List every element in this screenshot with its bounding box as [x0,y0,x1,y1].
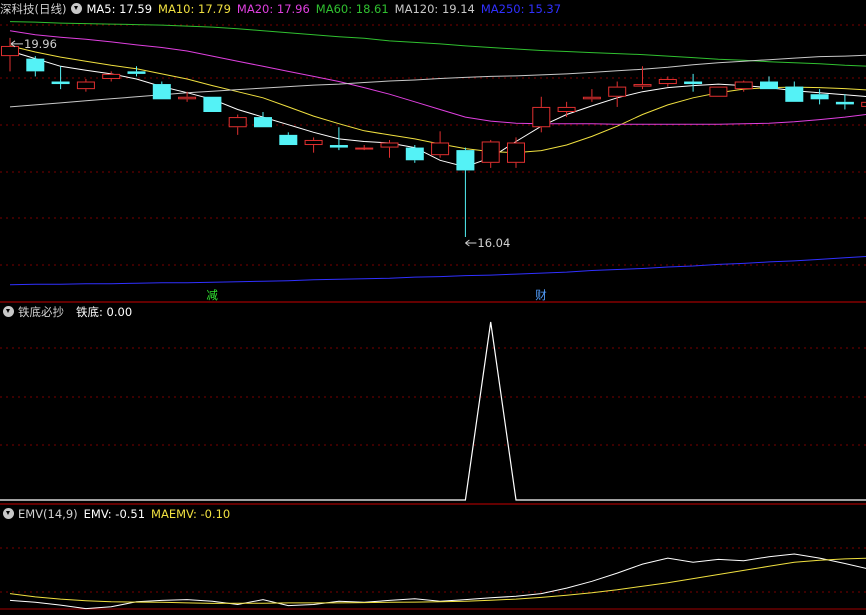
dropdown-circle-icon[interactable] [3,508,14,519]
candle-body-down [254,117,272,128]
candle-body-down [684,81,703,85]
iron-bottom-lines [0,321,866,501]
candle-body-down [127,71,146,74]
sub1-title: 铁底必抄 [18,305,64,319]
candle-body-up [431,142,450,156]
emv-line-maemv [9,557,866,604]
candle[interactable] [152,81,171,100]
candle-body-down [835,101,854,105]
candle-body-down [760,81,778,90]
candle-body-up [1,45,19,57]
low-price-label: 16.04 [477,236,510,250]
candle-body-up [76,81,95,90]
iron-bottom-legend: 铁底: 0.00 [76,305,138,319]
candle-body-down [51,81,70,85]
candle[interactable] [279,132,298,146]
candle-body-up [557,106,576,113]
candle-body-down [279,134,298,146]
candle-body-up [102,73,121,79]
candle-body-down [26,58,45,72]
candle[interactable] [507,137,525,168]
candle-body-up [734,81,753,90]
event-marker-jian[interactable]: 减 [206,288,218,302]
candle[interactable] [785,81,804,102]
candle-body-down [405,147,424,161]
candle-body-down [203,96,222,112]
candle[interactable] [329,127,348,151]
candle[interactable] [684,73,703,92]
candle-body-up [532,106,551,128]
legend-item: MA10: 17.79 [158,2,231,16]
emv-lines [9,553,866,610]
legend-item: MA250: 15.37 [480,2,562,16]
iron-bottom-line [0,321,866,501]
candle[interactable] [709,86,728,97]
ma-legend: MA5: 17.59 MA10: 17.79 MA20: 17.96 MA60: 18… [86,2,567,16]
candle[interactable] [405,145,424,163]
legend-item: MA20: 17.96 [236,2,310,16]
candle[interactable] [76,78,95,92]
event-marker-cai[interactable]: 财 [535,288,547,302]
candle-body-down [810,94,829,100]
candle-body-up [178,96,197,100]
high-price-label: 19.96 [24,37,57,51]
ma-line-ma120 [9,54,866,108]
candle[interactable] [456,147,475,237]
candle[interactable] [861,99,866,112]
legend-item: MAEMV: -0.10 [151,507,231,521]
candle[interactable] [810,89,829,105]
candle-body-down [456,150,475,171]
candle[interactable] [254,112,272,128]
candle[interactable] [203,96,222,112]
candle-body-up [304,139,323,146]
candle-body-up [228,117,247,128]
candle-body-up [582,96,601,100]
candle[interactable] [1,37,19,72]
candle-body-up [658,78,677,85]
sub2-title: EMV(14,9) [18,507,78,521]
candle[interactable] [582,89,601,102]
ma-line-ma250 [9,255,866,286]
candle-body-up [355,147,374,150]
candle-body-up [608,86,627,97]
candle-body-up [507,142,525,163]
candle-body-up [861,101,866,107]
high-arrow-icon [10,40,23,48]
emv-line-emv [9,553,866,610]
legend-item: MA60: 18.61 [315,2,389,16]
candle[interactable] [532,96,551,133]
candle[interactable] [355,145,374,151]
candle[interactable] [557,101,576,118]
low-arrow-icon [465,239,477,247]
sub2-panel-header: EMV(14,9) EMV: -0.51 MAEMV: -0.10 [0,505,242,523]
stock-chart-window[interactable]: 19.96 16.04 减 财 深科技(日线) MA5: 17.59 MA10: 1… [0,0,866,615]
candle-body-up [633,84,652,87]
candle[interactable] [431,131,450,158]
candle-body-down [152,84,171,100]
candle[interactable] [304,137,323,153]
candle-body-down [329,145,348,148]
ma-line-ma60 [9,21,866,67]
candle[interactable] [481,139,500,168]
candle[interactable] [228,114,247,135]
legend-item: MA5: 17.59 [86,2,153,16]
candle-body-up [380,142,399,148]
main-title: 深科技(日线) [0,2,67,16]
legend-item: MA120: 19.14 [394,2,475,16]
main-panel-header: 深科技(日线) MA5: 17.59 MA10: 17.79 MA20: 17.96 M… [0,0,573,18]
sub1-panel-header: 铁底必抄 铁底: 0.00 [0,303,144,321]
candle[interactable] [380,139,399,158]
ma-line-ma20 [9,30,866,125]
candle[interactable] [608,81,627,107]
candle[interactable] [835,94,854,110]
candle[interactable] [26,56,45,77]
dropdown-circle-icon[interactable] [71,3,83,14]
candle-body-up [709,86,728,97]
dropdown-circle-icon[interactable] [3,306,14,317]
legend-item: 铁底: 0.00 [76,305,133,319]
emv-legend: EMV: -0.51 MAEMV: -0.10 [84,507,237,521]
candle-body-up [481,141,500,163]
legend-item: EMV: -0.51 [83,507,146,521]
candle-body-down [785,86,804,102]
